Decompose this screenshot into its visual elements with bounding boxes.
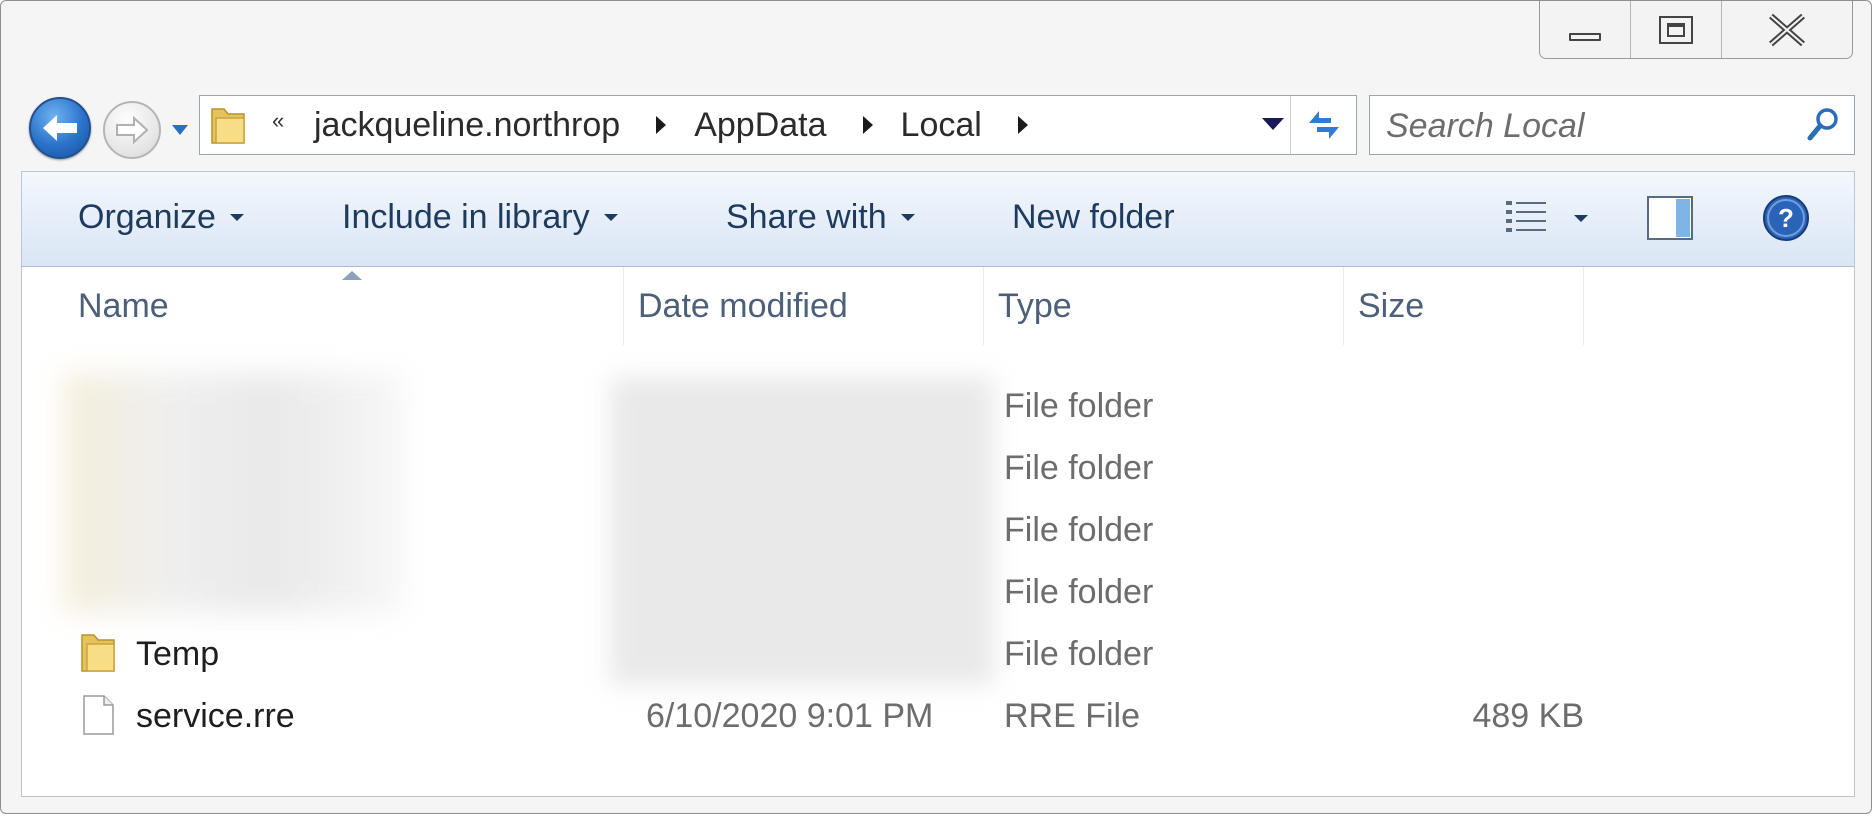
- column-header-label: Type: [998, 286, 1072, 325]
- explorer-window: « jackqueline.northrop AppData Local Org…: [0, 0, 1872, 814]
- change-view-button[interactable]: [1494, 194, 1598, 242]
- chevron-down-icon: [603, 214, 618, 221]
- search-box: [1369, 95, 1855, 155]
- minimize-icon: [1568, 32, 1601, 41]
- recent-pages-button[interactable]: [169, 119, 191, 141]
- breadcrumb-separator-icon[interactable]: [1017, 116, 1028, 134]
- svg-text:?: ?: [1778, 203, 1794, 233]
- preview-pane-icon: [1647, 196, 1693, 240]
- file-icon: [83, 695, 114, 735]
- item-date-modified: 6/10/2020 9:01 PM: [646, 696, 934, 735]
- search-icon[interactable]: [1806, 106, 1842, 142]
- back-arrow-icon: [43, 115, 77, 141]
- item-type: File folder: [1004, 386, 1154, 425]
- list-item-temp[interactable]: Temp File folder: [22, 623, 1856, 685]
- item-name: service.rre: [136, 696, 295, 735]
- maximize-button[interactable]: [1629, 1, 1721, 58]
- close-button[interactable]: [1720, 1, 1852, 58]
- column-header-label: Date modified: [638, 286, 848, 325]
- item-type: File folder: [1004, 510, 1154, 549]
- column-header-label: Name: [78, 286, 169, 325]
- column-header-type[interactable]: Type: [984, 267, 1344, 345]
- item-type: File folder: [1004, 448, 1154, 487]
- column-header-size[interactable]: Size: [1344, 267, 1584, 345]
- item-type: RRE File: [1004, 696, 1141, 735]
- include-in-library-label: Include in library: [342, 198, 590, 236]
- breadcrumb-separator-icon[interactable]: [862, 116, 873, 134]
- new-folder-label: New folder: [1012, 198, 1175, 236]
- item-name: Temp: [136, 634, 220, 673]
- close-icon: [1768, 13, 1805, 46]
- organize-label: Organize: [78, 198, 216, 236]
- include-in-library-menu[interactable]: Include in library: [342, 198, 618, 237]
- folder-icon: [211, 108, 245, 144]
- list-item[interactable]: File folder: [22, 561, 1856, 623]
- breadcrumb: jackqueline.northrop AppData Local: [314, 96, 1056, 154]
- item-type: File folder: [1004, 572, 1154, 611]
- breadcrumb-overflow[interactable]: «: [272, 108, 284, 134]
- chevron-down-icon: [900, 214, 915, 221]
- command-bar: Organize Include in library Share with N…: [21, 171, 1855, 267]
- item-size: 489 KB: [1472, 696, 1584, 735]
- refresh-icon: [1309, 111, 1339, 139]
- chevron-down-icon: [172, 125, 188, 135]
- list-item[interactable]: File folder: [22, 499, 1856, 561]
- window-controls: [1539, 1, 1853, 59]
- forward-arrow-icon: [116, 116, 149, 144]
- organize-menu[interactable]: Organize: [78, 198, 244, 237]
- preview-pane-button[interactable]: [1642, 192, 1698, 244]
- address-history-dropdown[interactable]: [1262, 118, 1284, 130]
- share-with-label: Share with: [726, 198, 887, 236]
- breadcrumb-item-local[interactable]: Local: [901, 106, 982, 145]
- list-item[interactable]: File folder: [22, 437, 1856, 499]
- share-with-menu[interactable]: Share with: [726, 198, 915, 237]
- new-folder-button[interactable]: New folder: [1012, 198, 1175, 237]
- list-item[interactable]: File folder: [22, 375, 1856, 437]
- chevron-down-icon: [229, 214, 244, 221]
- breadcrumb-separator-icon[interactable]: [656, 116, 667, 134]
- help-icon: ?: [1763, 195, 1809, 241]
- details-view-icon: [1506, 201, 1546, 232]
- breadcrumb-item-appdata[interactable]: AppData: [694, 106, 826, 145]
- back-button[interactable]: [29, 97, 91, 159]
- refresh-button[interactable]: [1290, 96, 1357, 154]
- column-header-name[interactable]: Name: [64, 267, 624, 345]
- chevron-down-icon: [1574, 214, 1588, 222]
- file-list: Name Date modified Type Size File folder…: [21, 267, 1855, 797]
- maximize-icon: [1658, 15, 1693, 44]
- minimize-button[interactable]: [1540, 1, 1630, 58]
- column-header-date-modified[interactable]: Date modified: [624, 267, 984, 345]
- item-type: File folder: [1004, 634, 1154, 673]
- breadcrumb-item-user[interactable]: jackqueline.northrop: [314, 106, 620, 145]
- column-header-label: Size: [1358, 286, 1425, 325]
- help-button[interactable]: ?: [1758, 190, 1814, 246]
- folder-icon: [81, 634, 115, 672]
- address-bar[interactable]: « jackqueline.northrop AppData Local: [199, 95, 1357, 155]
- forward-button[interactable]: [103, 101, 161, 159]
- search-input[interactable]: [1384, 104, 1788, 148]
- list-item-service-rre[interactable]: service.rre 6/10/2020 9:01 PM RRE File 4…: [22, 685, 1856, 747]
